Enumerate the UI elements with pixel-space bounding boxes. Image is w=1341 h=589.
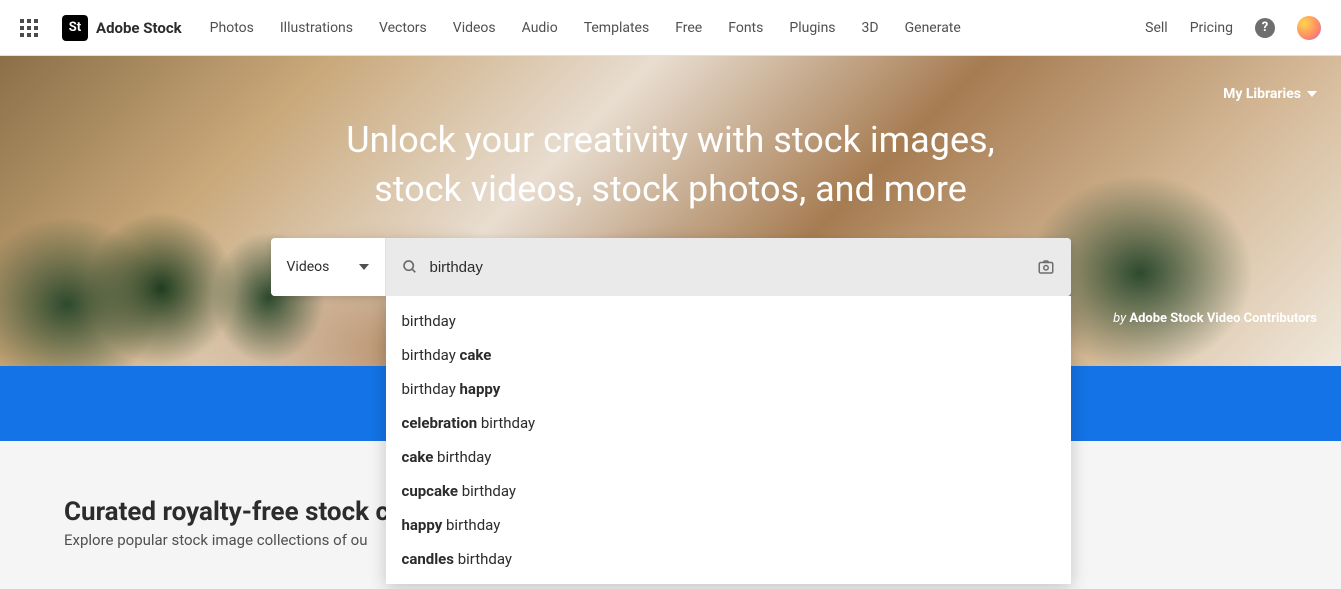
help-icon[interactable]: ? [1255,18,1275,38]
nav-templates[interactable]: Templates [584,20,650,36]
nav-pricing[interactable]: Pricing [1190,20,1233,36]
suggestion-item[interactable]: birthday [386,304,1071,338]
nav-free[interactable]: Free [675,20,702,36]
nav-photos[interactable]: Photos [210,20,254,36]
nav-audio[interactable]: Audio [522,20,558,36]
nav-illustrations[interactable]: Illustrations [280,20,353,36]
right-nav: Sell Pricing ? [1145,16,1321,40]
search-category-dropdown[interactable]: Videos [271,238,386,296]
logo-icon[interactable]: St [62,15,88,41]
hero-title-line2: stock videos, stock photos, and more [0,165,1341,214]
top-navigation-bar: St Adobe Stock Photos Illustrations Vect… [0,0,1341,56]
my-libraries-dropdown[interactable]: My Libraries [1223,86,1317,102]
user-avatar[interactable] [1297,16,1321,40]
search-category-label: Videos [287,259,330,275]
suggestion-item[interactable]: happy birthday [386,508,1071,542]
suggestion-item[interactable]: birthday cake [386,338,1071,372]
search-icon [402,259,418,275]
hero-title-line1: Unlock your creativity with stock images… [0,116,1341,165]
search-container: Videos birthdaybirthday cakebirthday hap… [271,238,1071,584]
credit-prefix: by [1113,311,1129,326]
visual-search-icon[interactable] [1037,258,1055,276]
main-nav: Photos Illustrations Vectors Videos Audi… [210,20,1145,36]
hero-credit: by Adobe Stock Video Contributors [1113,311,1317,326]
credit-name: Adobe Stock Video Contributors [1129,311,1317,326]
hero-title: Unlock your creativity with stock images… [0,116,1341,213]
search-input[interactable] [430,259,1027,276]
search-field-wrap [386,238,1071,296]
apps-grid-icon[interactable] [20,19,38,37]
nav-3d[interactable]: 3D [862,20,879,36]
chevron-down-icon [1307,91,1317,97]
nav-sell[interactable]: Sell [1145,20,1168,36]
suggestion-item[interactable]: cupcake birthday [386,474,1071,508]
suggestion-item[interactable]: candles birthday [386,542,1071,576]
nav-generate[interactable]: Generate [905,20,961,36]
suggestion-item[interactable]: birthday happy [386,372,1071,406]
nav-vectors[interactable]: Vectors [379,20,427,36]
my-libraries-label: My Libraries [1223,86,1301,102]
suggestion-item[interactable]: cake birthday [386,440,1071,474]
search-bar: Videos [271,238,1071,296]
brand-name[interactable]: Adobe Stock [96,19,182,37]
nav-fonts[interactable]: Fonts [728,20,763,36]
chevron-down-icon [359,264,369,270]
nav-plugins[interactable]: Plugins [789,20,835,36]
suggestion-item[interactable]: celebration birthday [386,406,1071,440]
nav-videos[interactable]: Videos [453,20,496,36]
search-suggestions: birthdaybirthday cakebirthday happyceleb… [386,296,1071,584]
hero-section: My Libraries Unlock your creativity with… [0,56,1341,366]
